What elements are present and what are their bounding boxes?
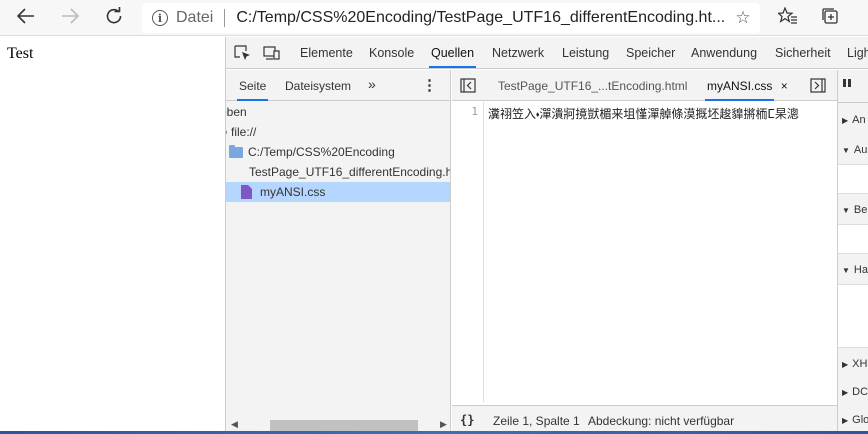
- section-xhr-breakpoints[interactable]: ▶ XH: [838, 358, 868, 370]
- tab-lighthouse[interactable]: Ligh: [847, 46, 868, 60]
- toggle-navigator-icon[interactable]: [460, 78, 478, 94]
- tab-quellen[interactable]: Quellen: [428, 46, 477, 68]
- page-text: Test: [7, 45, 34, 62]
- favorites-button[interactable]: [776, 6, 800, 30]
- cloud-icon: ↄ: [226, 127, 227, 138]
- pause-button[interactable]: [838, 78, 868, 91]
- coverage-status: Abdeckung: nicht verfügbar: [588, 414, 735, 428]
- close-icon[interactable]: ×: [781, 79, 788, 93]
- section-label: Au: [853, 144, 868, 156]
- section-global-listeners[interactable]: ▶ Glo: [838, 414, 868, 426]
- sources-navigator: Seite Dateisystem » ⋮ oben ↄ file:// C:/…: [226, 70, 451, 434]
- address-divider: [224, 9, 226, 27]
- tree-item-folder[interactable]: C:/Temp/CSS%20Encoding: [226, 142, 450, 162]
- tab-elemente[interactable]: Elemente: [300, 46, 353, 60]
- section-label: Glo: [852, 414, 868, 426]
- line-gutter: 1: [452, 102, 484, 402]
- cursor-position: Zeile 1, Spalte 1: [493, 414, 580, 428]
- navigator-menu-button[interactable]: ⋮: [422, 76, 437, 94]
- info-icon[interactable]: i: [152, 10, 168, 26]
- tab-konsole[interactable]: Konsole: [369, 46, 414, 60]
- device-emulation-icon[interactable]: [263, 45, 281, 61]
- page-viewport: Test: [0, 37, 225, 434]
- section-label: Be: [853, 204, 868, 216]
- folder-icon: [229, 144, 243, 158]
- forward-button[interactable]: [56, 4, 84, 32]
- tree-item-html-file[interactable]: TestPage_UTF16_differentEncoding.h: [226, 162, 450, 182]
- section-scope[interactable]: ▼ Ha: [838, 264, 868, 276]
- collections-icon: [821, 7, 839, 29]
- tree-item-label: oben: [226, 105, 247, 119]
- collections-button[interactable]: [818, 6, 842, 30]
- section-label: DC: [852, 386, 868, 398]
- address-scheme: Datei: [176, 9, 214, 26]
- tab-seite[interactable]: Seite: [236, 79, 269, 101]
- css-file-icon: [241, 185, 252, 199]
- tab-anwendung[interactable]: Anwendung: [691, 46, 757, 60]
- forward-arrow-icon: [61, 7, 80, 29]
- tab-sicherheit[interactable]: Sicherheit: [775, 46, 831, 60]
- navigator-tabbar: Seite Dateisystem » ⋮: [226, 70, 451, 101]
- debugger-sidebar: ▶An ▼Au ▼Be ▼Ha ▶XH ▶DC ▶Glo ▶Ha: [837, 70, 868, 434]
- section-label: Ha: [853, 264, 868, 276]
- section-label: An: [852, 114, 866, 126]
- section-breakpoints[interactable]: ▼ Be: [838, 204, 868, 216]
- tab-leistung[interactable]: Leistung: [562, 46, 609, 60]
- line-number: 1: [471, 105, 478, 118]
- favorites-icon: [777, 6, 798, 29]
- scope-content: [838, 284, 868, 348]
- tree-item-origin[interactable]: ↄ file://: [226, 122, 450, 142]
- editor-tab-label: myANSI.css: [707, 79, 773, 93]
- tab-dateisystem[interactable]: Dateisystem: [285, 79, 351, 93]
- tree-item-label: file://: [231, 125, 257, 139]
- tree-item-label: TestPage_UTF16_differentEncoding.h: [249, 165, 450, 179]
- triangle-down-icon: ▼: [842, 266, 850, 275]
- toggle-debugger-icon[interactable]: [810, 78, 828, 94]
- scroll-left-icon[interactable]: ◀: [231, 419, 238, 430]
- inspect-element-icon[interactable]: [234, 45, 252, 61]
- editor-tabbar: TestPage_UTF16_...tEncoding.html myANSI.…: [452, 70, 837, 101]
- breakpoints-content: [838, 224, 868, 254]
- section-threads[interactable]: ▶ An: [838, 114, 868, 126]
- address-bar[interactable]: i Datei C:/Temp/CSS%20Encoding/TestPage_…: [142, 3, 760, 33]
- devtools-tabbar: Elemente Konsole Quellen Netzwerk Leistu…: [226, 37, 868, 69]
- devtools-panel: Elemente Konsole Quellen Netzwerk Leistu…: [225, 37, 868, 434]
- back-button[interactable]: [12, 4, 40, 32]
- editor-tab-css[interactable]: myANSI.css ×: [705, 79, 788, 101]
- tab-netzwerk[interactable]: Netzwerk: [492, 46, 544, 60]
- back-arrow-icon: [16, 7, 35, 29]
- more-tabs-button[interactable]: »: [368, 76, 376, 92]
- editor-status-bar: {} Zeile 1, Spalte 1 Abdeckung: nicht ve…: [452, 405, 837, 434]
- editor-tab-html[interactable]: TestPage_UTF16_...tEncoding.html: [498, 79, 687, 93]
- section-watch[interactable]: ▼ Au: [838, 144, 868, 156]
- tree-item-label: C:/Temp/CSS%20Encoding: [248, 145, 395, 159]
- section-label: XH: [852, 358, 868, 370]
- pretty-print-button[interactable]: {}: [460, 413, 474, 427]
- triangle-right-icon: ▶: [842, 360, 849, 369]
- scrollbar-thumb[interactable]: [270, 420, 418, 431]
- source-editor: TestPage_UTF16_...tEncoding.html myANSI.…: [452, 70, 837, 434]
- triangle-right-icon: ▶: [842, 116, 849, 125]
- scroll-right-icon[interactable]: ▶: [440, 419, 447, 430]
- refresh-button[interactable]: [100, 4, 128, 32]
- tree-item-label: myANSI.css: [260, 185, 326, 199]
- watch-content: [838, 164, 868, 194]
- triangle-right-icon: ▶: [842, 388, 849, 397]
- section-dom-breakpoints[interactable]: ▶ DC: [838, 386, 868, 398]
- triangle-right-icon: ▶: [842, 416, 849, 425]
- code-line[interactable]: 瀵祤笠⼊⬪潬潰牁摬獃楣来坥慬潬䑲條漠摡坯䞭䝥摪栭ⵎ杲漗: [488, 105, 799, 122]
- refresh-icon: [105, 6, 123, 30]
- triangle-down-icon: ▼: [842, 146, 850, 155]
- star-icon[interactable]: ☆: [730, 8, 756, 28]
- address-url[interactable]: C:/Temp/CSS%20Encoding/TestPage_UTF16_di…: [236, 9, 730, 27]
- tree-item-frame[interactable]: oben: [226, 102, 450, 122]
- tab-speicher[interactable]: Speicher: [626, 46, 675, 60]
- triangle-down-icon: ▼: [842, 206, 850, 215]
- tree-item-css-file[interactable]: myANSI.css: [226, 182, 450, 202]
- browser-toolbar: i Datei C:/Temp/CSS%20Encoding/TestPage_…: [0, 0, 868, 36]
- divider: [838, 102, 868, 103]
